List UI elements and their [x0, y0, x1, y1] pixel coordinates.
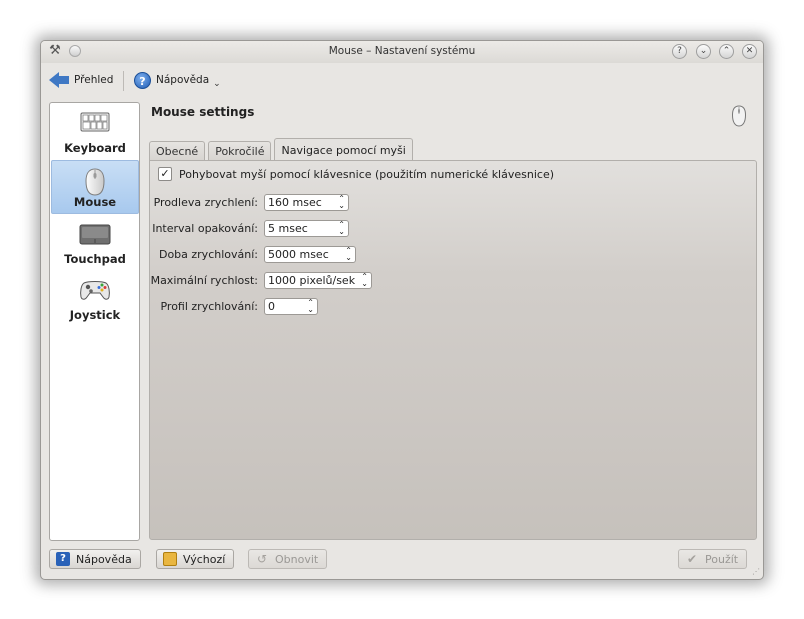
acceleration-time-row: Doba zrychlování: 5000 msec ⌃ ⌄	[150, 245, 356, 263]
minimize-button[interactable]: ⌄	[696, 44, 711, 59]
acceleration-delay-spinbox[interactable]: 160 msec ⌃ ⌄	[264, 193, 349, 211]
field-label: Maximální rychlost:	[150, 273, 258, 287]
keyboard-icon	[80, 111, 110, 136]
help-window-button[interactable]: ?	[672, 44, 687, 59]
bottom-bar: ? Nápověda Výchozí ↺ Obnovit ✔ Použít	[41, 546, 763, 576]
spinbox-value: 5000 msec	[268, 247, 329, 261]
keyboard-mouse-checkbox[interactable]: ✓	[158, 167, 172, 181]
tab-bar: Obecné Pokročilé Navigace pomocí myši	[149, 138, 416, 162]
sidebar-item-mouse[interactable]: Mouse	[51, 160, 139, 214]
resize-grip-icon[interactable]: ⋰	[752, 567, 760, 576]
title-bar[interactable]: ⚒ Mouse – Nastavení systému ? ⌄ ⌃ ✕	[41, 41, 763, 63]
checkbox-label: Pohybovat myší pomocí klávesnice (použit…	[179, 167, 554, 181]
spin-arrows-icon[interactable]: ⌃ ⌄	[338, 194, 345, 209]
acceleration-time-spinbox[interactable]: 5000 msec ⌃ ⌄	[264, 245, 356, 263]
field-label: Prodleva zrychlení:	[153, 195, 258, 209]
overview-label: Přehled	[74, 74, 114, 86]
reset-button-label: Obnovit	[275, 552, 319, 566]
apply-button[interactable]: ✔ Použít	[678, 549, 748, 569]
maximize-button[interactable]: ⌃	[719, 44, 734, 59]
sidebar-item-label: Keyboard	[64, 141, 126, 155]
help-button[interactable]: ? Nápověda	[49, 549, 141, 569]
spin-arrows-icon[interactable]: ⌃ ⌄	[338, 220, 345, 235]
tab-panel: ✓ Pohybovat myší pomocí klávesnice (použ…	[149, 160, 757, 540]
keyboard-mouse-checkbox-row[interactable]: ✓ Pohybovat myší pomocí klávesnice (použ…	[158, 167, 554, 181]
defaults-icon	[163, 552, 177, 566]
spin-arrows-icon[interactable]: ⌃ ⌄	[361, 272, 368, 287]
repeat-interval-row: Interval opakování: 5 msec ⌃ ⌄	[150, 219, 349, 237]
tab-advanced[interactable]: Pokročilé	[208, 141, 272, 162]
help-book-icon: ?	[56, 552, 70, 566]
joystick-icon	[79, 278, 111, 305]
sidebar-item-joystick[interactable]: Joystick	[51, 272, 139, 326]
spinbox-value: 160 msec	[268, 195, 322, 209]
sidebar-item-label: Joystick	[69, 308, 121, 322]
help-icon: ?	[134, 71, 151, 89]
toolbar: Přehled ? Nápověda ⌄	[41, 63, 763, 95]
arrow-left-icon	[49, 72, 74, 88]
help-menu-button[interactable]: ? Nápověda ⌄	[134, 69, 221, 91]
spin-arrows-icon[interactable]: ⌃ ⌄	[345, 246, 352, 261]
help-menu-label: Nápověda	[156, 74, 210, 86]
repeat-interval-spinbox[interactable]: 5 msec ⌃ ⌄	[264, 219, 349, 237]
tab-mouse-navigation[interactable]: Navigace pomocí myši	[274, 138, 413, 162]
field-label: Profil zrychlování:	[160, 299, 258, 313]
page-title: Mouse settings	[151, 105, 255, 119]
field-label: Interval opakování:	[152, 221, 258, 235]
toolbar-separator	[123, 71, 124, 91]
spinbox-value: 5 msec	[268, 221, 308, 235]
touchpad-icon	[79, 222, 111, 249]
apply-button-label: Použít	[705, 552, 739, 566]
window-title: Mouse – Nastavení systému	[328, 45, 476, 57]
chevron-down-icon: ⌄	[213, 79, 221, 89]
mouse-icon	[731, 105, 747, 130]
sidebar: Keyboard Mouse Touchpad Joystick	[49, 102, 140, 541]
sidebar-item-touchpad[interactable]: Touchpad	[51, 216, 139, 270]
acceleration-profile-spinbox[interactable]: 0 ⌃ ⌄	[264, 297, 318, 315]
field-label: Doba zrychlování:	[158, 247, 258, 261]
sidebar-item-label: Mouse	[73, 195, 117, 209]
checkmark-icon: ✔	[686, 552, 698, 566]
acceleration-profile-row: Profil zrychlování: 0 ⌃ ⌄	[150, 297, 318, 315]
defaults-button-label: Výchozí	[183, 552, 226, 566]
spinbox-value: 1000 pixelů/sek	[268, 273, 356, 287]
maximum-speed-spinbox[interactable]: 1000 pixelů/sek ⌃ ⌄	[264, 271, 372, 289]
spin-arrows-icon[interactable]: ⌃ ⌄	[307, 298, 314, 313]
help-button-label: Nápověda	[76, 552, 132, 566]
settings-window: ⚒ Mouse – Nastavení systému ? ⌄ ⌃ ✕ Přeh…	[40, 40, 764, 580]
close-button[interactable]: ✕	[742, 44, 757, 59]
overview-button[interactable]: Přehled	[49, 69, 113, 91]
acceleration-delay-row: Prodleva zrychlení: 160 msec ⌃ ⌄	[150, 193, 349, 211]
tab-general[interactable]: Obecné	[149, 141, 206, 162]
undo-icon: ↺	[256, 552, 268, 566]
reset-button[interactable]: ↺ Obnovit	[248, 549, 328, 569]
sidebar-item-label: Touchpad	[64, 252, 126, 266]
defaults-button[interactable]: Výchozí	[156, 549, 235, 569]
maximum-speed-row: Maximální rychlost: 1000 pixelů/sek ⌃ ⌄	[150, 271, 372, 289]
sidebar-item-keyboard[interactable]: Keyboard	[51, 105, 139, 159]
spinbox-value: 0	[268, 299, 275, 313]
